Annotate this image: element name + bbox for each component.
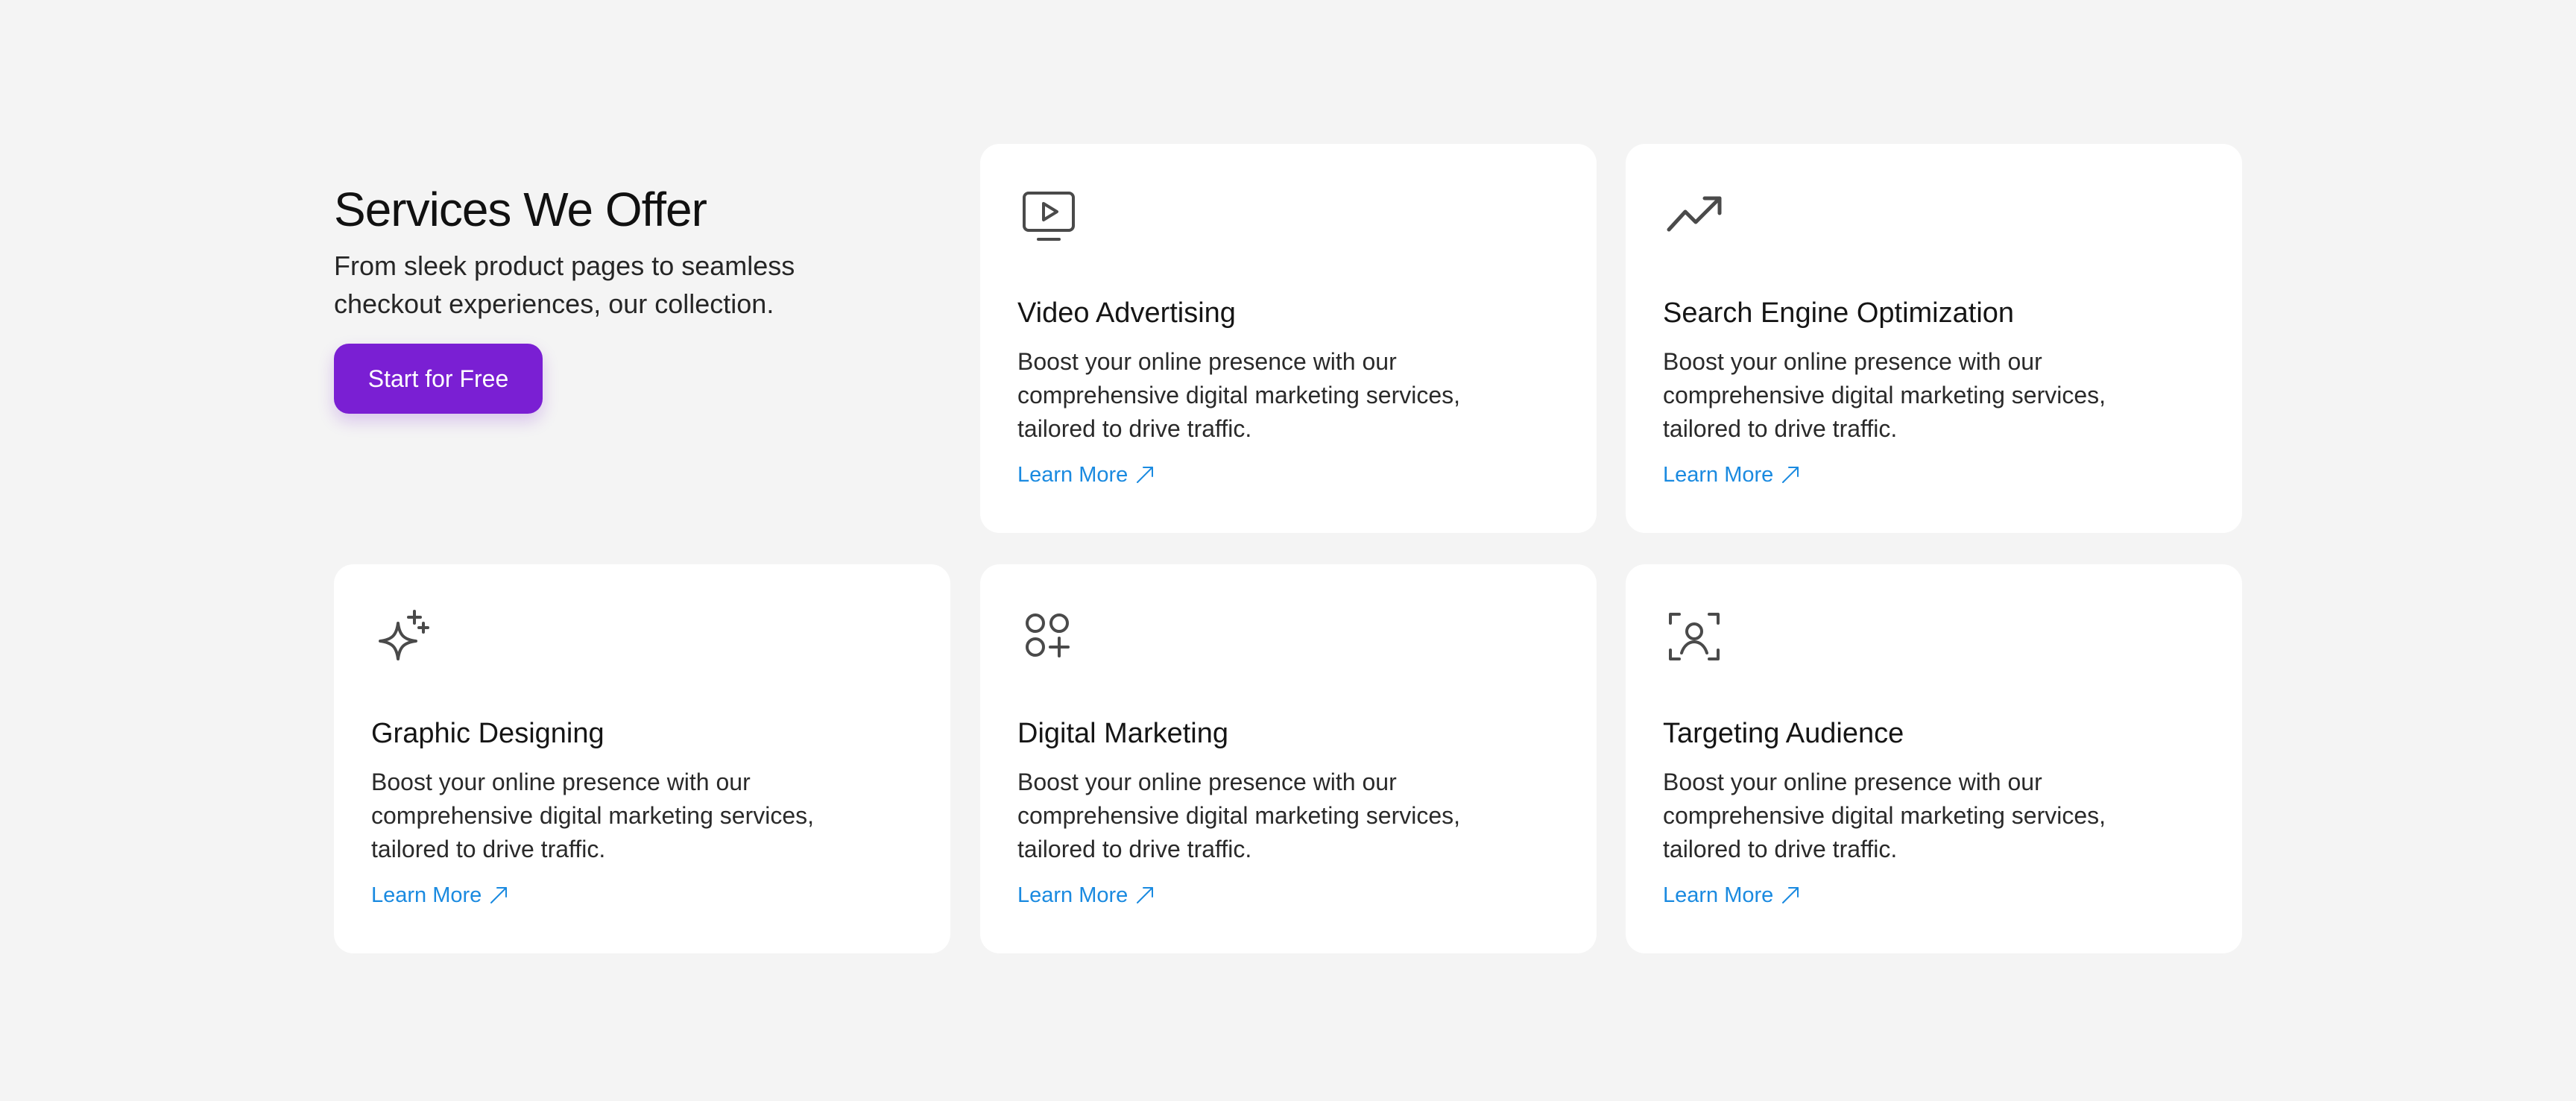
video-play-monitor-icon [1017, 185, 1080, 247]
learn-more-label: Learn More [1017, 883, 1128, 907]
learn-more-link[interactable]: Learn More [1663, 880, 1802, 910]
start-for-free-button[interactable]: Start for Free [334, 344, 543, 414]
card-title: Digital Marketing [1017, 718, 1228, 749]
learn-more-link[interactable]: Learn More [371, 880, 510, 910]
arrow-up-right-icon [1134, 464, 1156, 486]
learn-more-link[interactable]: Learn More [1017, 460, 1156, 490]
service-card-digital-marketing: Digital Marketing Boost your online pres… [980, 564, 1597, 953]
card-description: Boost your online presence with our comp… [1663, 769, 2106, 862]
card-description: Boost your online presence with our comp… [1017, 348, 1461, 442]
card-title: Video Advertising [1017, 297, 1236, 329]
learn-more-label: Learn More [1663, 883, 1774, 907]
arrow-up-right-icon [1779, 464, 1802, 486]
card-title: Search Engine Optimization [1663, 297, 2015, 329]
arrow-up-right-icon [487, 884, 510, 906]
section-subtitle: From sleek product pages to seamless che… [334, 250, 795, 319]
arrow-up-right-icon [1134, 884, 1156, 906]
card-description: Boost your online presence with our comp… [371, 769, 815, 862]
shapes-add-icon [1017, 605, 1080, 668]
learn-more-label: Learn More [1017, 463, 1128, 487]
service-card-video-advertising: Video Advertising Boost your online pres… [980, 144, 1597, 533]
services-intro: Services We Offer From sleek product pag… [334, 175, 900, 323]
service-card-graphic-designing: Graphic Designing Boost your online pres… [334, 564, 950, 953]
card-description: Boost your online presence with our comp… [1017, 769, 1461, 862]
user-focus-icon [1663, 605, 1726, 668]
learn-more-link[interactable]: Learn More [1017, 880, 1156, 910]
card-title: Targeting Audience [1663, 718, 1904, 749]
arrow-up-right-icon [1779, 884, 1802, 906]
learn-more-label: Learn More [371, 883, 482, 907]
trending-up-icon [1663, 185, 1726, 247]
sparkles-icon [371, 605, 434, 668]
service-card-targeting-audience: Targeting Audience Boost your online pre… [1626, 564, 2242, 953]
learn-more-link[interactable]: Learn More [1663, 460, 1802, 490]
section-title: Services We Offer [334, 183, 707, 236]
card-description: Boost your online presence with our comp… [1663, 348, 2106, 442]
service-card-seo: Search Engine Optimization Boost your on… [1626, 144, 2242, 533]
card-title: Graphic Designing [371, 718, 604, 749]
learn-more-label: Learn More [1663, 463, 1774, 487]
